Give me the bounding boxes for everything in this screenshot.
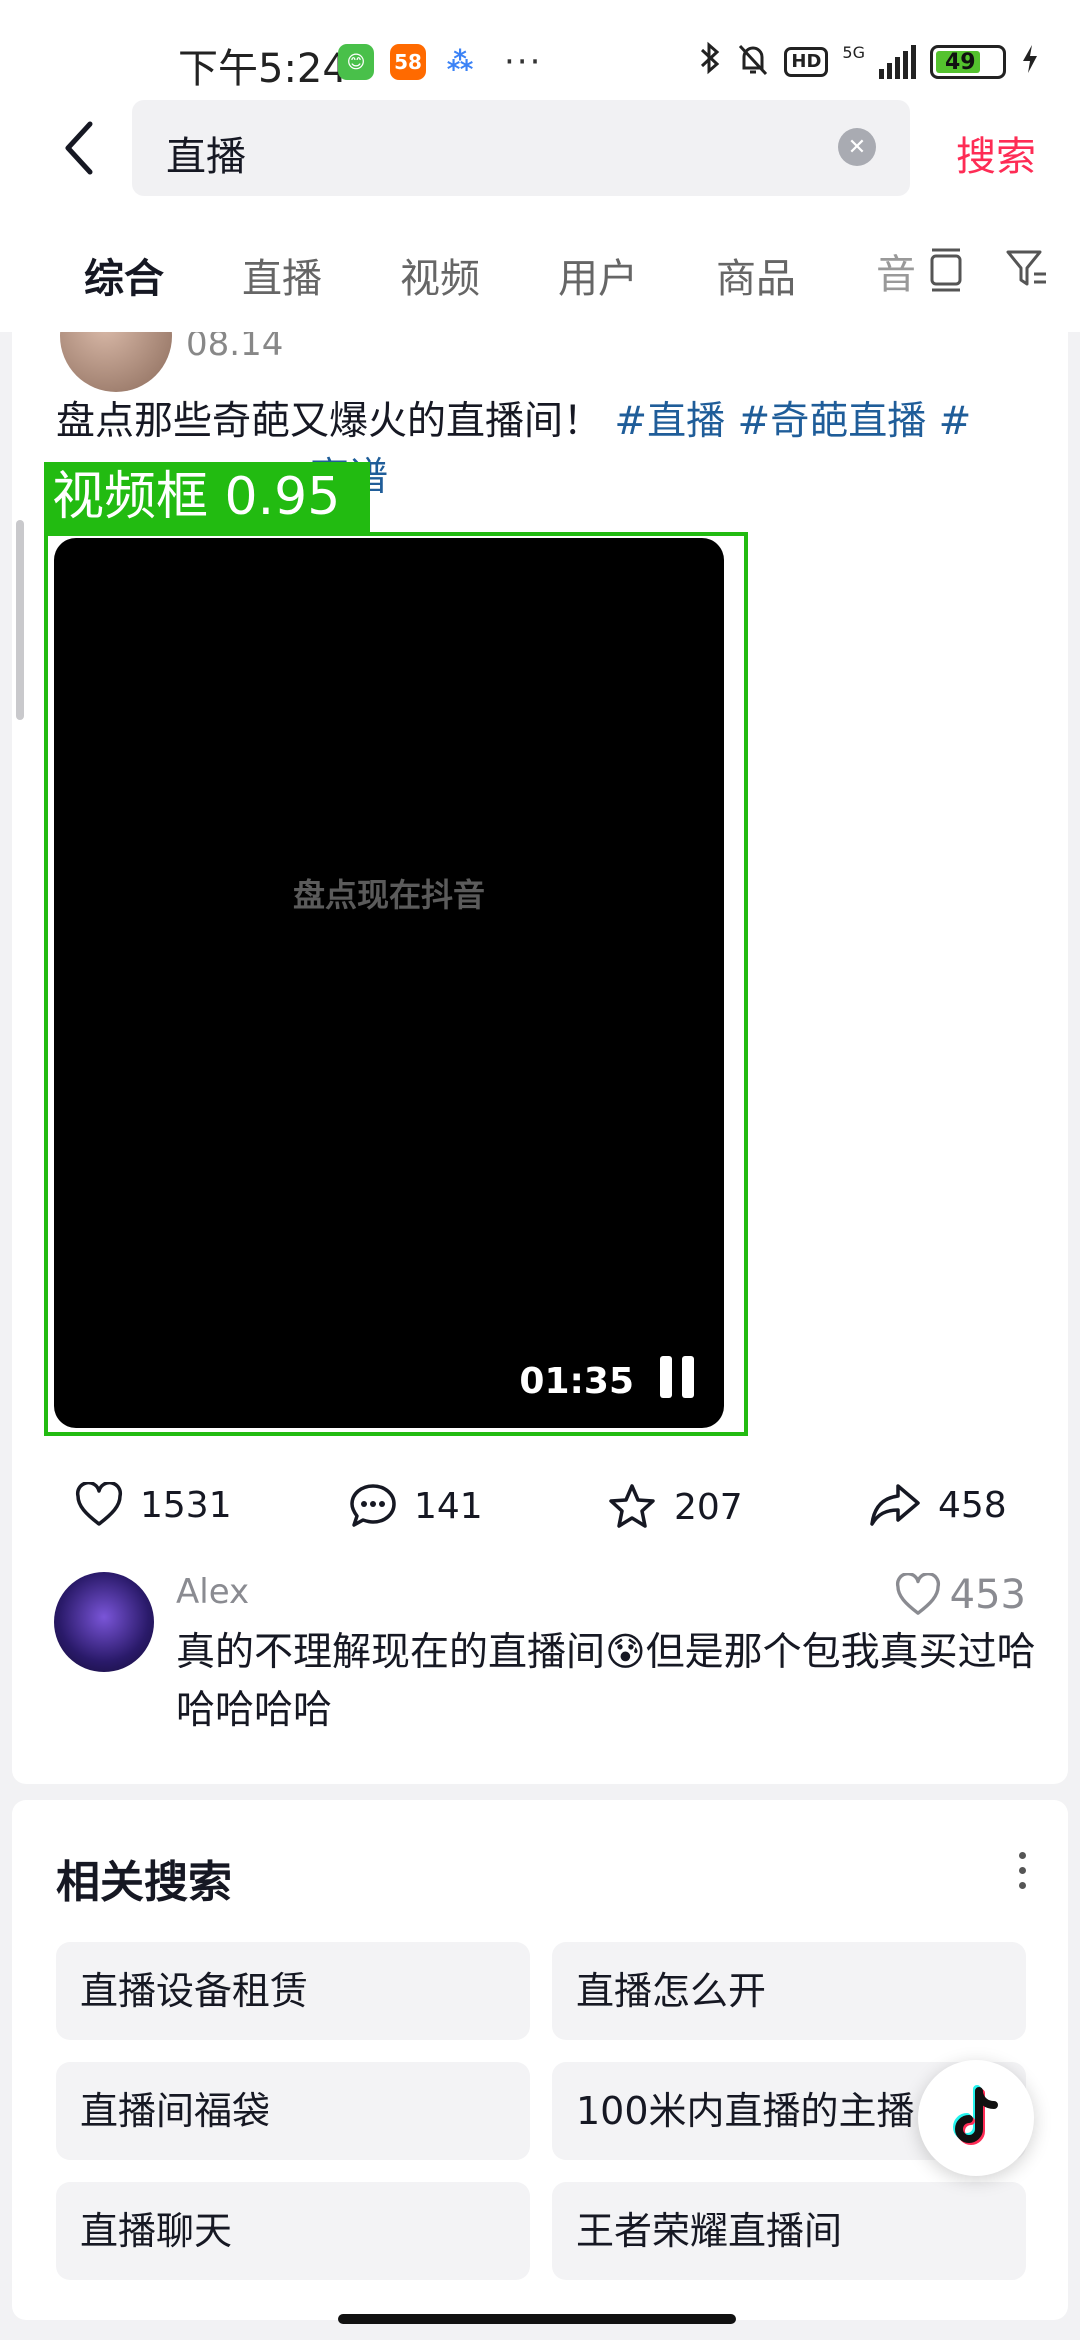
post-description-text: 盘点那些奇葩又爆火的直播间！ [56, 399, 603, 444]
like-button[interactable]: 1531 [74, 1482, 232, 1528]
scrollbar[interactable] [16, 520, 24, 720]
battery-level: 49 [945, 49, 976, 75]
heart-icon [895, 1573, 940, 1615]
commenter-name[interactable]: Alex [176, 1572, 249, 1612]
close-icon: ✕ [847, 134, 867, 160]
related-chip[interactable]: 直播聊天 [56, 2182, 530, 2280]
douyin-logo-icon [953, 2085, 998, 2145]
search-query[interactable]: 直播 [166, 124, 246, 182]
comment-icon [350, 1484, 396, 1527]
tab-video[interactable]: 视频 [400, 246, 480, 304]
related-chip[interactable]: 直播怎么开 [552, 1942, 1026, 2040]
clear-search-button[interactable]: ✕ [838, 128, 876, 166]
bluetooth-icon [698, 40, 722, 84]
commenter-avatar[interactable] [54, 1572, 154, 1672]
post-date: 08.14 [186, 332, 284, 364]
app-badge-icon: 😊 [338, 44, 374, 80]
tab-users[interactable]: 用户 [558, 246, 638, 304]
layout-toggle-button[interactable] [926, 246, 966, 296]
status-right: HD 5G 49 [698, 40, 1040, 84]
charging-icon [1020, 43, 1040, 82]
tab-products[interactable]: 商品 [716, 246, 796, 304]
comment-count: 141 [414, 1485, 483, 1527]
network-label: 5G [842, 42, 865, 62]
tab-general[interactable]: 综合 [84, 246, 164, 304]
tab-live[interactable]: 直播 [242, 246, 322, 304]
hashtag-live[interactable]: #直播 [614, 399, 725, 444]
favorite-count: 207 [674, 1486, 743, 1528]
back-button[interactable] [50, 118, 110, 178]
comment-button[interactable]: 141 [348, 1482, 483, 1530]
related-chip[interactable]: 王者荣耀直播间 [552, 2182, 1026, 2280]
comment-like-button[interactable]: 453 [894, 1572, 1026, 1618]
home-indicator[interactable] [338, 2314, 736, 2324]
filter-button[interactable] [1004, 246, 1048, 296]
status-app-icons: 😊 58 ⁂ ··· [338, 42, 542, 82]
comment-like-count: 453 [949, 1572, 1026, 1618]
chevron-left-icon [65, 121, 93, 175]
app-cloud-icon: ⁂ [442, 44, 478, 80]
search-button[interactable]: 搜索 [956, 124, 1036, 182]
related-title: 相关搜索 [56, 1857, 232, 1908]
filter-icon [1006, 250, 1046, 286]
like-count: 1531 [140, 1484, 232, 1526]
favorite-button[interactable]: 207 [606, 1482, 743, 1532]
douyin-float-button[interactable] [918, 2060, 1034, 2176]
mute-bell-icon [736, 42, 770, 82]
status-bar: 下午5:24 😊 58 ⁂ ··· HD 5G 49 [0, 0, 1080, 96]
share-count: 458 [938, 1484, 1007, 1526]
search-header: 直播 ✕ 搜索 [0, 96, 1080, 212]
hashtag-partial[interactable]: # [939, 399, 972, 444]
battery-icon: 49 [930, 45, 1006, 79]
hd-badge: HD [784, 47, 829, 77]
app-58-icon: 58 [390, 44, 426, 80]
search-input[interactable]: 直播 ✕ [132, 100, 910, 196]
result-tabs: 综合 直播 视频 用户 商品 音 [0, 212, 1080, 332]
detection-label: 视频框 0.95 [44, 462, 370, 532]
related-chip[interactable]: 直播间福袋 [56, 2062, 530, 2160]
top-comment[interactable]: Alex 453 真的不理解现在的直播间😰但是那个包我真买过哈哈哈哈哈 [12, 1572, 1068, 1752]
status-more-icon: ··· [504, 42, 543, 82]
heart-icon [75, 1482, 123, 1526]
post-actions: 1531 141 207 458 [12, 1472, 1068, 1552]
detection-box [44, 532, 748, 1436]
layout-icon [930, 248, 962, 292]
hashtag-weird-live[interactable]: #奇葩直播 [738, 399, 927, 444]
star-icon [609, 1484, 655, 1528]
comment-text: 真的不理解现在的直播间😰但是那个包我真买过哈哈哈哈哈 [176, 1630, 1036, 1733]
share-icon [870, 1484, 920, 1526]
status-time: 下午5:24 [178, 46, 348, 92]
share-button[interactable]: 458 [868, 1482, 1007, 1528]
more-options-icon[interactable] [1019, 1852, 1026, 1889]
tab-music[interactable]: 音 [876, 242, 916, 298]
author-avatar[interactable] [60, 332, 172, 392]
related-chip[interactable]: 直播设备租赁 [56, 1942, 530, 2040]
video-post-card: 08.14 盘点那些奇葩又爆火的直播间！ #直播 #奇葩直播 # 离谱 盘点现在… [12, 332, 1068, 1784]
signal-icon [879, 45, 916, 79]
related-searches: 相关搜索 直播设备租赁 直播怎么开 直播间福袋 100米内直播的主播 直播聊天 … [12, 1800, 1068, 2320]
